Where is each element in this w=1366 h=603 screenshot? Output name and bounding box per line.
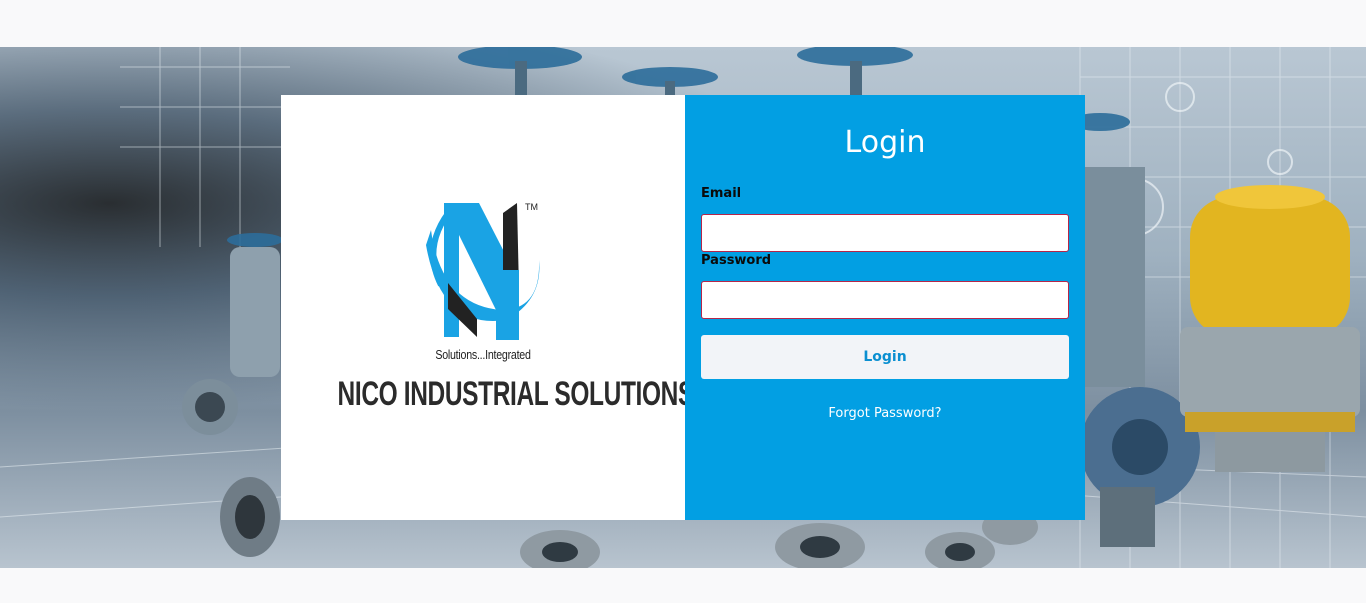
login-button[interactable]: Login xyxy=(701,335,1069,379)
email-label: Email xyxy=(701,186,742,201)
password-label: Password xyxy=(701,253,772,268)
brand-panel: TM Solutions...Integrated NICO INDUSTRIA… xyxy=(281,95,695,520)
forgot-password-link[interactable]: Forgot Password? xyxy=(685,406,1085,421)
top-bar xyxy=(0,0,1366,47)
login-panel: Login Email Password Login Forgot Passwo… xyxy=(685,95,1085,520)
email-field[interactable] xyxy=(701,214,1069,252)
login-title: Login xyxy=(844,125,926,160)
brand-tagline: Solutions...Integrated xyxy=(435,347,531,362)
trademark-mark: TM xyxy=(525,202,538,212)
password-field[interactable] xyxy=(701,281,1069,319)
company-name: NICO INDUSTRIAL SOLUTIONS xyxy=(337,375,695,413)
nico-n-logo-icon: TM xyxy=(426,202,540,340)
bottom-bar xyxy=(0,568,1366,603)
